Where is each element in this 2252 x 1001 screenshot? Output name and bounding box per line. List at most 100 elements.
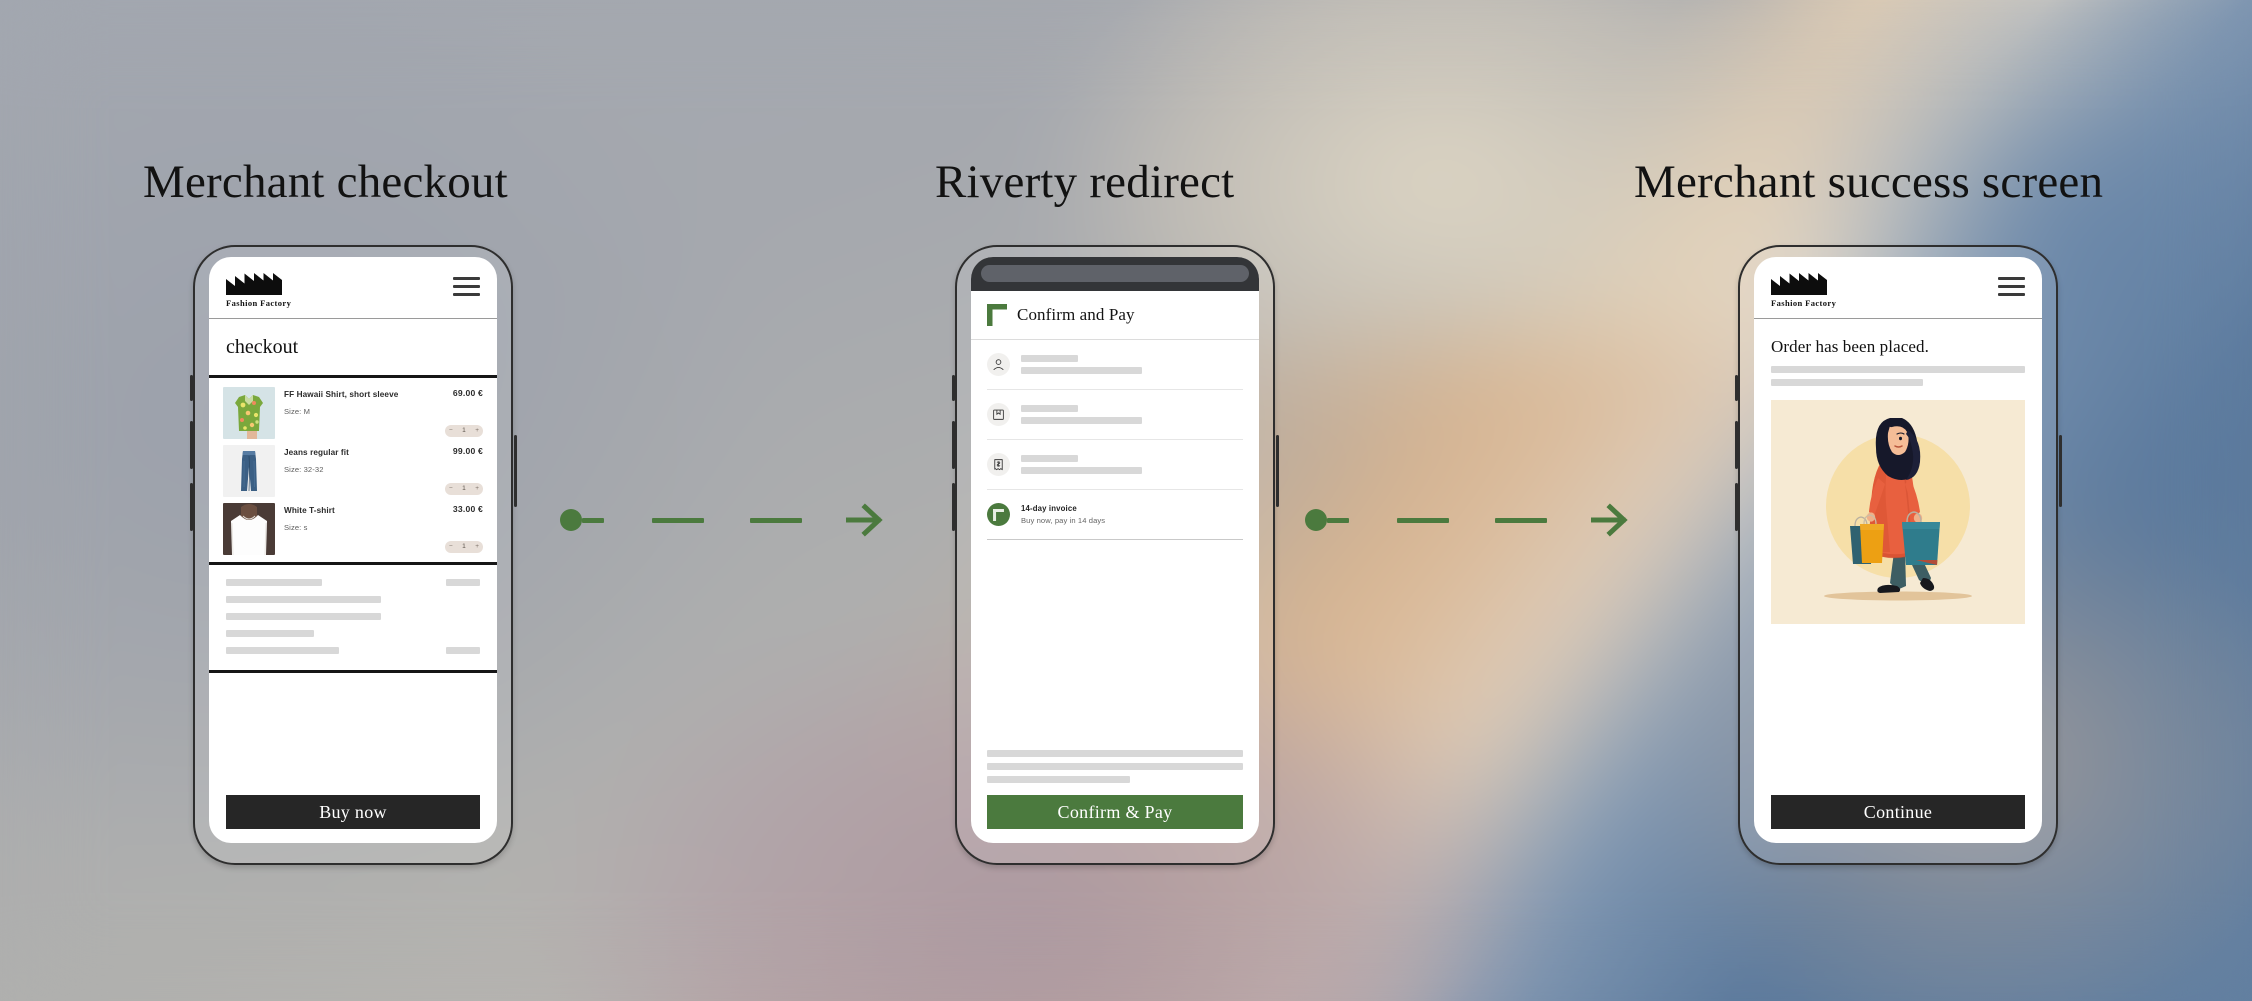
flow-connector-2 bbox=[1305, 498, 1665, 542]
payment-method-title: 14-day invoice bbox=[1021, 504, 1077, 513]
product-price: 69.00 € bbox=[452, 388, 483, 398]
connector-dot bbox=[560, 509, 582, 531]
cart-row[interactable]: Jeans regular fit Size: 32-32 99.00 € − … bbox=[223, 442, 483, 500]
merchant-header: Fashion Factory bbox=[1754, 257, 2042, 319]
cart-row[interactable]: White T-shirt Size: s 33.00 € − 1 + bbox=[223, 500, 483, 558]
brand-name: Fashion Factory bbox=[1771, 298, 1837, 308]
arrow-right-icon bbox=[846, 503, 883, 537]
increment-icon[interactable]: + bbox=[475, 427, 479, 434]
volume-up-button[interactable] bbox=[951, 421, 955, 469]
browser-chrome bbox=[971, 257, 1259, 291]
product-thumbnail-hawaii-shirt bbox=[223, 387, 275, 439]
product-size: Size: 32-32 bbox=[284, 465, 324, 475]
success-text-placeholder bbox=[1771, 366, 2025, 386]
volume-down-button[interactable] bbox=[951, 483, 955, 531]
merchant-checkout-screen: Fashion Factory checkout FF Hawaii Shirt… bbox=[209, 257, 497, 843]
volume-up-button[interactable] bbox=[189, 421, 193, 469]
merchant-success-screen: Fashion Factory Order has been placed. C… bbox=[1754, 257, 2042, 843]
product-price: 99.00 € bbox=[452, 446, 483, 456]
cart-item-list: FF Hawaii Shirt, short sleeve Size: M 69… bbox=[209, 378, 497, 565]
product-name: FF Hawaii Shirt, short sleeve bbox=[284, 390, 399, 399]
silent-switch[interactable] bbox=[189, 375, 193, 401]
power-button[interactable] bbox=[1275, 435, 1279, 507]
phone-riverty-redirect: Confirm and Pay 14-day invoice Buy now, … bbox=[951, 245, 1279, 865]
summary-line bbox=[226, 596, 480, 603]
connector-dash bbox=[1327, 517, 1349, 523]
continue-button[interactable]: Continue bbox=[1771, 795, 2025, 829]
product-thumbnail-white-tshirt bbox=[223, 503, 275, 555]
riverty-terms-placeholder bbox=[971, 750, 1259, 783]
invoice-icon bbox=[987, 453, 1010, 476]
connector-dash bbox=[1495, 517, 1547, 523]
decrement-icon[interactable]: − bbox=[449, 543, 453, 550]
volume-up-button[interactable] bbox=[1734, 421, 1738, 469]
summary-line bbox=[226, 647, 480, 654]
riverty-badge-icon bbox=[987, 503, 1010, 526]
silent-switch[interactable] bbox=[951, 375, 955, 401]
connector-dot bbox=[1305, 509, 1327, 531]
power-button[interactable] bbox=[513, 435, 517, 507]
payment-method-subtitle: Buy now, pay in 14 days bbox=[1021, 516, 1106, 525]
brand-logo[interactable]: Fashion Factory bbox=[226, 273, 291, 308]
riverty-logo-icon bbox=[987, 304, 1007, 326]
increment-icon[interactable]: + bbox=[475, 543, 479, 550]
product-name: White T-shirt bbox=[284, 506, 335, 515]
section-title-merchant-success: Merchant success screen bbox=[1634, 156, 2104, 208]
volume-down-button[interactable] bbox=[1734, 483, 1738, 531]
riverty-detail-rows: 14-day invoice Buy now, pay in 14 days bbox=[971, 340, 1259, 540]
riverty-row-customer[interactable] bbox=[987, 340, 1243, 390]
product-price: 33.00 € bbox=[452, 504, 483, 514]
confirm-and-pay-button[interactable]: Confirm & Pay bbox=[987, 795, 1243, 829]
connector-dash bbox=[750, 517, 802, 523]
silent-switch[interactable] bbox=[1734, 375, 1738, 401]
arrow-right-icon bbox=[1591, 503, 1628, 537]
address-bar[interactable] bbox=[981, 265, 1249, 282]
connector-dash bbox=[652, 517, 704, 523]
product-name: Jeans regular fit bbox=[284, 448, 349, 457]
buy-now-button[interactable]: Buy now bbox=[226, 795, 480, 829]
person-icon bbox=[987, 353, 1010, 376]
riverty-screen: Confirm and Pay 14-day invoice Buy now, … bbox=[971, 257, 1259, 843]
riverty-page-title: Confirm and Pay bbox=[1017, 305, 1135, 324]
decrement-icon[interactable]: − bbox=[449, 427, 453, 434]
decrement-icon[interactable]: − bbox=[449, 485, 453, 492]
section-title-riverty-redirect: Riverty redirect bbox=[935, 156, 1235, 208]
power-button[interactable] bbox=[2058, 435, 2062, 507]
quantity-value: 1 bbox=[462, 484, 466, 492]
page-title-row: checkout bbox=[209, 319, 497, 378]
quantity-value: 1 bbox=[462, 542, 466, 550]
quantity-value: 1 bbox=[462, 426, 466, 434]
page-title: checkout bbox=[226, 336, 299, 358]
phone-merchant-checkout: Fashion Factory checkout FF Hawaii Shirt… bbox=[189, 245, 517, 865]
brand-name: Fashion Factory bbox=[226, 298, 292, 308]
shopping-illustration bbox=[1771, 400, 2025, 624]
quantity-stepper[interactable]: − 1 + bbox=[445, 541, 483, 553]
factory-icon bbox=[226, 273, 282, 295]
section-title-merchant-checkout: Merchant checkout bbox=[143, 156, 508, 208]
riverty-header: Confirm and Pay bbox=[971, 291, 1259, 340]
quantity-stepper[interactable]: − 1 + bbox=[445, 425, 483, 437]
hamburger-menu-icon[interactable] bbox=[1998, 273, 2025, 296]
factory-icon bbox=[1771, 273, 1827, 295]
product-size: Size: M bbox=[284, 407, 311, 417]
riverty-row-invoice[interactable] bbox=[987, 440, 1243, 490]
cart-row[interactable]: FF Hawaii Shirt, short sleeve Size: M 69… bbox=[223, 384, 483, 442]
hamburger-menu-icon[interactable] bbox=[453, 273, 480, 296]
merchant-header: Fashion Factory bbox=[209, 257, 497, 319]
product-thumbnail-jeans bbox=[223, 445, 275, 497]
increment-icon[interactable]: + bbox=[475, 485, 479, 492]
summary-line bbox=[226, 630, 480, 637]
summary-line bbox=[226, 579, 480, 586]
volume-down-button[interactable] bbox=[189, 483, 193, 531]
brand-logo[interactable]: Fashion Factory bbox=[1771, 273, 1836, 308]
riverty-payment-method-row[interactable]: 14-day invoice Buy now, pay in 14 days bbox=[987, 490, 1243, 540]
success-footer: Continue bbox=[1754, 624, 2042, 843]
checkout-footer: Buy now bbox=[209, 673, 497, 843]
connector-dash bbox=[1397, 517, 1449, 523]
order-summary-placeholder bbox=[209, 565, 497, 673]
summary-line bbox=[226, 613, 480, 620]
flow-connector-1 bbox=[560, 498, 920, 542]
riverty-row-delivery[interactable] bbox=[987, 390, 1243, 440]
phone-merchant-success: Fashion Factory Order has been placed. C… bbox=[1734, 245, 2062, 865]
quantity-stepper[interactable]: − 1 + bbox=[445, 483, 483, 495]
